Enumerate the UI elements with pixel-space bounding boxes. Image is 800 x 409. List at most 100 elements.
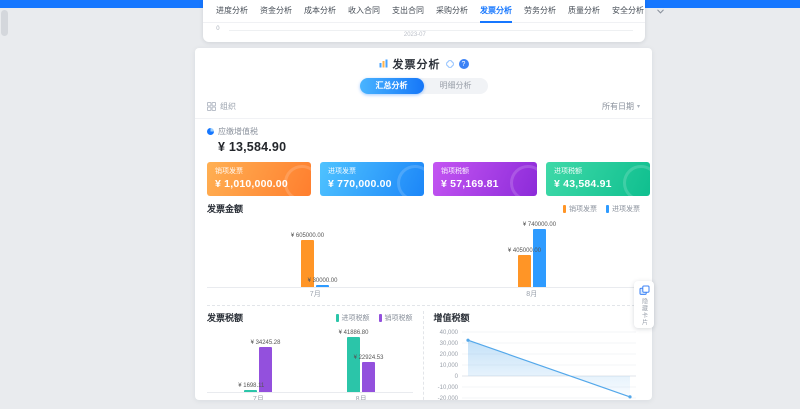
- bar-value-label: ¥ 1698.11: [238, 382, 264, 388]
- summary-cards-row: 销项发票¥ 1,010,000.00进项发票¥ 770,000.00销项税额¥ …: [195, 162, 652, 196]
- view-toggle-option[interactable]: 明细分析: [424, 78, 488, 94]
- legend-marker-icon: [563, 205, 566, 213]
- bar: [533, 229, 546, 287]
- invoice-tax-chart: ¥ 1698.11¥ 34245.287月¥ 41886.80¥ 22924.5…: [207, 326, 413, 400]
- bar: [518, 255, 531, 287]
- invoice-analysis-card: 发票分析 ? 汇总分析明细分析 组织 所有日期 ▾ 应缴增值税 ¥ 13,584…: [195, 48, 652, 400]
- invoice-tax-section: 发票税额 进项税额销项税额 ¥ 1698.11¥ 34245.287月¥ 418…: [195, 311, 424, 400]
- remnant-axis-zero: 0: [216, 26, 219, 32]
- x-axis-label: 8月: [526, 289, 537, 299]
- bar-value-label: ¥ 740000.00: [523, 222, 556, 228]
- x-axis-label: 7月: [253, 394, 264, 400]
- x-axis-label: 7月: [310, 289, 321, 299]
- summary-card-label: 进项发票: [328, 166, 416, 176]
- org-filter-label: 组织: [220, 101, 236, 112]
- view-toggle-group: 汇总分析明细分析: [360, 78, 488, 94]
- top-tab[interactable]: 支出合同: [392, 0, 424, 23]
- legend-marker-icon: [606, 205, 609, 213]
- summary-card-value: ¥ 770,000.00: [328, 178, 416, 190]
- summary-card-label: 销项发票: [215, 166, 303, 176]
- date-filter[interactable]: 所有日期 ▾: [602, 101, 640, 112]
- x-axis-label: 8月: [356, 394, 367, 400]
- svg-text:40,000: 40,000: [439, 330, 458, 336]
- top-tab[interactable]: 劳务分析: [524, 0, 556, 23]
- summary-card: 销项发票 ¥ 1,010,000.00: [207, 162, 311, 196]
- svg-text:-10,000: -10,000: [437, 385, 458, 391]
- svg-text:-20,000: -20,000: [437, 396, 458, 400]
- legend-marker-icon: [336, 314, 339, 322]
- kpi-value: ¥ 13,584.90: [218, 140, 640, 154]
- filter-toolbar: 组织 所有日期 ▾: [195, 101, 652, 119]
- bar-value-label: ¥ 22924.53: [354, 354, 384, 360]
- org-icon: [207, 102, 216, 111]
- bar-group: ¥ 605000.00¥ 30000.00: [301, 232, 329, 287]
- summary-card-value: ¥ 43,584.91: [554, 178, 642, 190]
- invoice-amount-section: 发票金额 销项发票 进项发票 ¥ 605000.00¥ 30000.00 7月 ¥ 4…: [195, 202, 652, 299]
- hide-cards-label: 隐藏卡片: [640, 298, 649, 326]
- legend-item[interactable]: 销项发票: [563, 204, 597, 214]
- invoice-tax-legend: 进项税额 销项税额: [336, 313, 413, 323]
- page-title: 发票分析: [393, 56, 441, 72]
- legend-label: 进项发票: [612, 204, 640, 214]
- card-title-row: 发票分析 ?: [195, 55, 652, 73]
- summary-card: 销项税额¥ 57,169.81: [433, 162, 537, 196]
- top-tab-bar: 进度分析资金分析成本分析收入合同支出合同采购分析发票分析劳务分析质量分析安全分析: [203, 0, 645, 23]
- legend-item[interactable]: 进项发票: [606, 204, 640, 214]
- summary-card-value: ¥ 1,010,000.00: [215, 178, 303, 190]
- bar: [316, 285, 329, 287]
- help-icon[interactable]: ?: [459, 59, 469, 69]
- bar-value-label: ¥ 405000.00: [508, 248, 541, 254]
- top-tab[interactable]: 成本分析: [304, 0, 336, 23]
- top-tab[interactable]: 发票分析: [480, 0, 512, 23]
- legend-label: 销项税额: [385, 313, 413, 323]
- legend-marker-icon: [379, 314, 382, 322]
- bar: [244, 390, 257, 392]
- title-decoration-right-icon: [446, 55, 454, 73]
- summary-card-label: 进项税额: [554, 166, 642, 176]
- svg-text:20,000: 20,000: [439, 352, 458, 358]
- bar-value-label: ¥ 34245.28: [251, 340, 281, 346]
- analysis-tab-panel: 进度分析资金分析成本分析收入合同支出合同采购分析发票分析劳务分析质量分析安全分析…: [203, 0, 645, 42]
- svg-text:0: 0: [454, 374, 458, 380]
- bar-value-label: ¥ 41886.80: [339, 330, 369, 336]
- scrolled-chart-remnant: 0 2023-07: [203, 23, 645, 40]
- legend-item[interactable]: 销项税额: [379, 313, 413, 323]
- hide-cards-widget[interactable]: 隐藏卡片: [634, 281, 654, 328]
- bar: [347, 337, 360, 392]
- bar-group: ¥ 41886.80¥ 22924.53: [347, 329, 375, 392]
- bar-group: ¥ 1698.11¥ 34245.28: [244, 339, 272, 392]
- section-title-invoice-amount: 发票金额: [207, 202, 243, 215]
- org-filter[interactable]: 组织: [207, 101, 236, 112]
- summary-card-label: 销项税额: [441, 166, 529, 176]
- kpi-label: 应缴增值税: [218, 126, 258, 137]
- chevron-down-icon[interactable]: [656, 7, 665, 16]
- remnant-axis-label: 2023-07: [404, 32, 426, 38]
- kpi-pie-icon: [207, 128, 214, 135]
- bottom-charts-row: 发票税额 进项税额销项税额 ¥ 1698.11¥ 34245.287月¥ 418…: [195, 311, 652, 400]
- card-copy-icon: [639, 285, 650, 296]
- title-decoration-left-icon: [379, 55, 388, 73]
- bar: [362, 362, 375, 392]
- section-divider: [207, 305, 640, 306]
- bar-value-label: ¥ 30000.00: [308, 277, 338, 283]
- date-filter-label: 所有日期: [602, 101, 634, 112]
- top-tab[interactable]: 进度分析: [216, 0, 248, 23]
- bar-group: ¥ 405000.00¥ 740000.00: [518, 221, 546, 287]
- top-tab[interactable]: 质量分析: [568, 0, 600, 23]
- legend-item[interactable]: 进项税额: [336, 313, 370, 323]
- top-tab[interactable]: 采购分析: [436, 0, 468, 23]
- view-toggle-option[interactable]: 汇总分析: [360, 78, 424, 94]
- top-tab[interactable]: 收入合同: [348, 0, 380, 23]
- remnant-axis-line: [229, 30, 633, 31]
- summary-card: 进项税额 ¥ 43,584.91: [546, 162, 650, 196]
- scrollbar-thumb[interactable]: [1, 10, 8, 36]
- top-tab[interactable]: 资金分析: [260, 0, 292, 23]
- top-tab[interactable]: 安全分析: [612, 0, 644, 23]
- legend-label: 销项发票: [569, 204, 597, 214]
- kpi-block: 应缴增值税 ¥ 13,584.90: [195, 119, 652, 154]
- section-title-vat: 增值税额: [434, 311, 470, 324]
- vat-section: 增值税额 40,00030,00020,00010,0000-10,000-20…: [424, 311, 653, 400]
- summary-card: 进项发票 ¥ 770,000.00: [320, 162, 424, 196]
- vat-line-chart: 40,00030,00020,00010,0000-10,000-20,0002…: [434, 326, 642, 400]
- invoice-amount-legend: 销项发票 进项发票: [563, 204, 640, 214]
